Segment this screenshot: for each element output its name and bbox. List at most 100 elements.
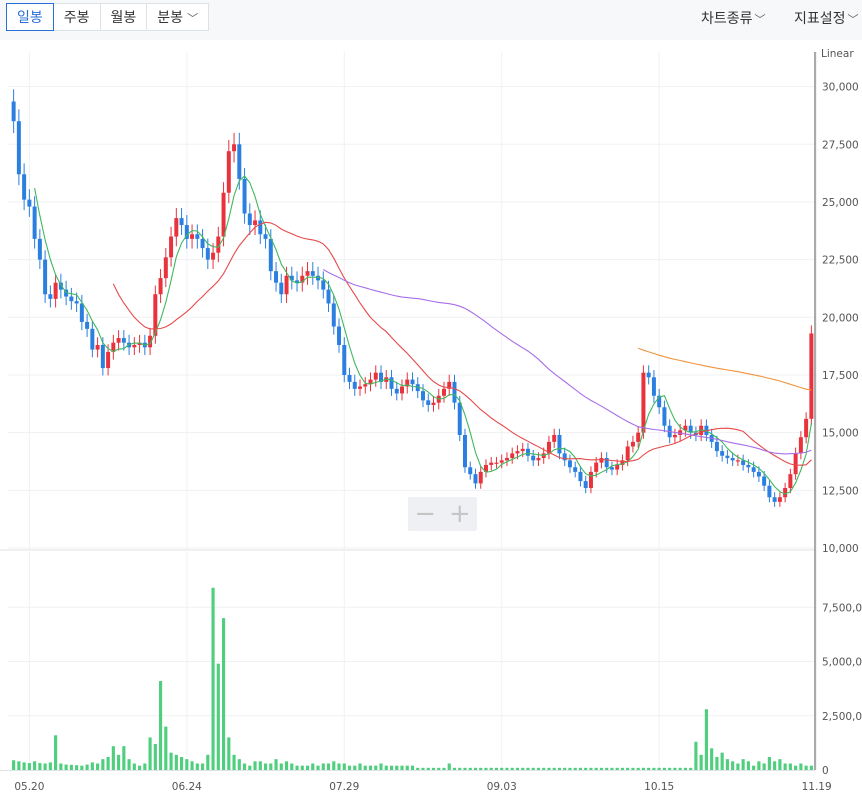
volume-bar: [662, 767, 666, 770]
volume-bar: [652, 767, 656, 770]
stock-chart[interactable]: 10,000 12,500 15,000 17,500 20,000 22,500 25,0…: [0, 40, 862, 794]
volume-bar: [720, 752, 724, 770]
volume-tick-label: 5,000,000: [822, 657, 862, 669]
volume-bar: [237, 759, 241, 770]
candle-body: [536, 458, 541, 461]
volume-bar: [510, 767, 514, 770]
volume-bar: [48, 762, 52, 770]
candle-body: [636, 432, 641, 442]
volume-bar: [101, 759, 105, 770]
candle-body: [441, 388, 446, 396]
volume-bar: [610, 767, 614, 770]
volume-bar: [568, 767, 572, 770]
volume-bar: [27, 763, 31, 770]
candle-body: [16, 121, 21, 175]
chart-type-dropdown[interactable]: 차트종류 ﹀: [701, 8, 766, 28]
volume-bar: [12, 760, 16, 770]
zoom-control: − +: [408, 497, 477, 531]
candle-body: [510, 453, 515, 459]
candle-body: [169, 236, 174, 258]
candle-body: [85, 321, 90, 329]
volume-bar: [746, 761, 750, 770]
volume-bar: [117, 754, 121, 770]
volume-bar: [521, 767, 525, 770]
candle-body: [27, 199, 32, 207]
candle-body: [599, 458, 604, 463]
volume-bar: [332, 761, 336, 770]
volume-bar: [804, 765, 808, 770]
candle-body: [274, 271, 279, 283]
ma60-line: [323, 269, 812, 455]
volume-bar: [143, 763, 147, 770]
volume-bar: [647, 767, 651, 770]
volume-bar: [96, 763, 100, 770]
volume-bar: [631, 767, 635, 770]
tab-monthly-label: 월봉: [110, 10, 137, 26]
candle-body: [232, 144, 237, 152]
volume-bar: [242, 763, 247, 770]
candle-body: [258, 220, 263, 235]
price-tick-label: 17,500: [822, 370, 859, 382]
volume-bar: [43, 763, 47, 770]
candle-body: [326, 289, 331, 304]
volume-tick-label: 0: [822, 765, 829, 777]
candle-body: [263, 234, 268, 239]
tab-minute[interactable]: 분봉 ﹀: [146, 3, 210, 31]
candle-body: [788, 474, 793, 489]
volume-bar: [458, 767, 462, 770]
candle-body: [337, 326, 342, 345]
candle-body: [331, 303, 336, 327]
volume-bar: [589, 767, 593, 770]
volume-bar: [64, 764, 68, 770]
volume-bar: [578, 767, 583, 770]
tab-daily[interactable]: 일봉: [6, 3, 54, 31]
zoom-in-button[interactable]: +: [449, 499, 471, 529]
tab-daily-label: 일봉: [17, 10, 43, 26]
volume-bar: [594, 767, 598, 770]
candle-body: [583, 481, 588, 489]
tab-weekly[interactable]: 주봉: [52, 3, 101, 31]
volume-tick-label: 7,500,000: [822, 602, 862, 614]
zoom-out-button[interactable]: −: [414, 499, 436, 529]
volume-bar: [626, 767, 630, 770]
volume-bar: [447, 763, 451, 770]
volume-bar: [216, 663, 220, 770]
candle-body: [268, 238, 273, 272]
tab-monthly[interactable]: 월봉: [99, 3, 148, 31]
candle-body: [489, 462, 494, 465]
candle-body: [468, 467, 473, 475]
volume-bar: [794, 765, 798, 770]
candle-body: [567, 460, 572, 468]
candle-body: [756, 471, 761, 477]
volume-bar: [363, 765, 367, 770]
volume-bar: [174, 754, 178, 770]
indicator-settings-dropdown[interactable]: 지표설정 ﹀: [794, 8, 859, 28]
volume-bar: [500, 767, 504, 770]
candle-body: [410, 379, 415, 385]
volume-bar: [752, 765, 756, 770]
candle-body: [79, 303, 84, 322]
price-tick-label: 15,000: [822, 428, 859, 440]
candle-body: [630, 441, 635, 447]
candle-body: [672, 434, 677, 438]
volume-bar: [442, 767, 446, 770]
volume-bar: [563, 767, 567, 770]
volume-bar: [284, 761, 289, 770]
candle-body: [69, 296, 74, 302]
volume-bar: [505, 767, 509, 770]
volume-bar: [253, 761, 257, 770]
volume-bar: [557, 767, 562, 770]
candle-body: [515, 451, 520, 454]
volume-bar: [547, 767, 551, 770]
volume-bar: [206, 754, 210, 770]
volume-bar: [668, 767, 672, 770]
candle-body: [651, 377, 656, 396]
volume-bar: [704, 709, 708, 770]
candle-body: [205, 248, 210, 260]
candle-body: [363, 384, 368, 387]
candle-body: [431, 402, 436, 405]
period-tabs: 일봉 주봉 월봉 분봉 ﹀: [6, 3, 210, 31]
candle-body: [457, 402, 462, 435]
candle-body: [777, 497, 782, 502]
candle-body: [321, 280, 326, 290]
